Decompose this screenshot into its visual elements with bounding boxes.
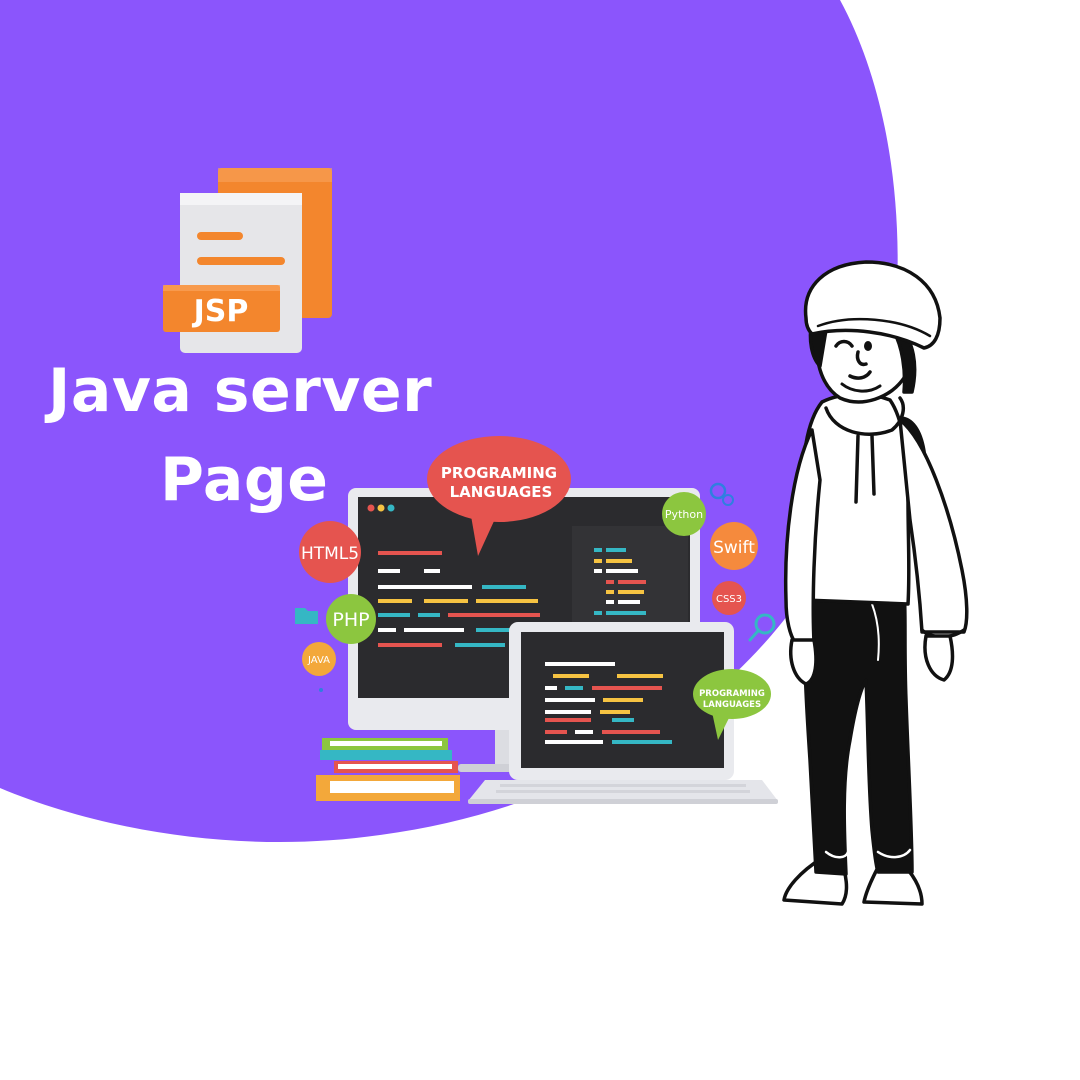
page-title-line-1: Java server	[48, 356, 433, 426]
monitor-dot-yellow	[377, 504, 385, 512]
page-title-line-2: Page	[160, 445, 329, 515]
jsp-badge-text: JSP	[192, 294, 249, 329]
php-badge-text: PHP	[332, 609, 369, 631]
pants	[803, 586, 914, 876]
main-bubble-text-line-2: LANGUAGES	[450, 483, 553, 501]
swift-badge-text: Swift	[713, 538, 755, 558]
right-hand	[923, 634, 955, 682]
main-bubble-text-line-1: PROGRAMING	[441, 464, 557, 482]
monitor-dot-teal	[387, 504, 395, 512]
decor-dot	[319, 688, 323, 692]
file-line-long	[197, 257, 285, 265]
html5-badge-text: HTML5	[301, 544, 359, 564]
file-line-short	[197, 232, 243, 240]
left-hand	[789, 638, 818, 686]
book-stack	[316, 738, 460, 801]
python-badge-text: Python	[665, 508, 703, 521]
java-badge-text: JAVA	[307, 655, 330, 666]
illustration-canvas: JSP PROGRAMING LANGUAGES PROGRAMING LANG…	[0, 0, 969, 906]
small-bubble-text-line-1: PROGRAMING	[699, 689, 765, 699]
small-bubble-text-line-2: LANGUAGES	[703, 700, 761, 710]
right-eye	[864, 341, 872, 351]
css3-badge-text: CSS3	[716, 594, 742, 605]
right-arm	[898, 418, 969, 634]
monitor-dot-red	[367, 504, 375, 512]
